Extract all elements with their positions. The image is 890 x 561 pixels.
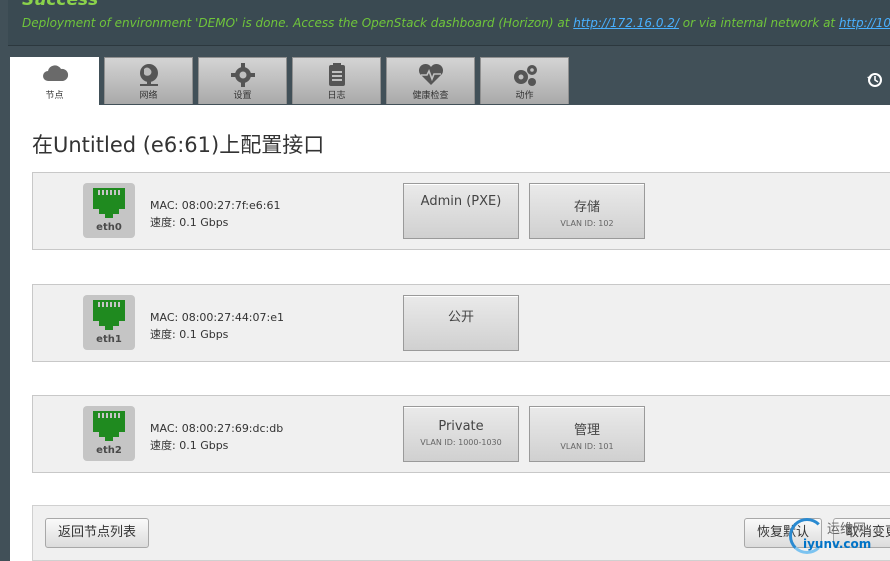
- link-speed: 速度: 0.1 Gbps: [150, 328, 229, 341]
- network-management[interactable]: 管理 VLAN ID: 101: [529, 406, 645, 462]
- network-public[interactable]: 公开: [403, 295, 519, 351]
- mac-address: MAC: 08:00:27:7f:e6:61: [150, 199, 281, 212]
- link-speed: 速度: 0.1 Gbps: [150, 439, 229, 452]
- network-storage[interactable]: 存储 VLAN ID: 102: [529, 183, 645, 239]
- heart-pulse-icon: [387, 63, 474, 87]
- tab-actions[interactable]: 动作: [480, 57, 569, 104]
- network-admin-pxe[interactable]: Admin (PXE): [403, 183, 519, 239]
- vlan-id: VLAN ID: 1000-1030: [420, 438, 502, 447]
- network-name: 公开: [447, 310, 474, 325]
- tab-label: 网络: [139, 91, 158, 101]
- vlan-id: VLAN ID: 101: [560, 442, 614, 451]
- main-panel: 在Untitled (e6:61)上配置接口 eth0 MAC: 08:00:2…: [10, 105, 890, 561]
- cloud-icon: [11, 63, 98, 87]
- tab-label: 设置: [233, 91, 252, 101]
- tab-label: 动作: [515, 91, 534, 101]
- tab-label: 日志: [327, 91, 346, 101]
- interface-info: MAC: 08:00:27:69:dc:db 速度: 0.1 Gbps: [150, 420, 283, 454]
- mac-address: MAC: 08:00:27:69:dc:db: [150, 422, 284, 435]
- tab-settings[interactable]: 设置: [198, 57, 287, 104]
- interface-info: MAC: 08:00:27:7f:e6:61 速度: 0.1 Gbps: [150, 197, 280, 231]
- tab-nodes[interactable]: 节点: [10, 57, 99, 105]
- network-name: 存储: [573, 200, 600, 215]
- restore-defaults-button[interactable]: 恢复默认: [744, 518, 823, 548]
- back-to-node-list-button[interactable]: 返回节点列表: [45, 518, 150, 548]
- cancel-changes-button[interactable]: 取消变更: [833, 518, 890, 548]
- page-title: 在Untitled (e6:61)上配置接口: [32, 133, 325, 157]
- tab-networks[interactable]: 网络: [104, 57, 193, 104]
- interface-row-eth2: eth2 MAC: 08:00:27:69:dc:db 速度: 0.1 Gbps…: [32, 395, 890, 473]
- tab-label: 节点: [45, 91, 64, 101]
- banner-message-prefix: Deployment of environment 'DEMO' is done…: [22, 16, 574, 30]
- tab-label: 健康检查: [412, 91, 449, 101]
- action-footer: 返回节点列表 恢复默认 取消变更: [32, 505, 890, 561]
- history-icon[interactable]: [866, 72, 884, 90]
- interface-name: eth0: [96, 222, 122, 233]
- internal-network-link[interactable]: http://10.20.0: [839, 16, 890, 30]
- ethernet-port-icon: eth1: [83, 295, 135, 350]
- clipboard-icon: [293, 63, 380, 87]
- network-name: Private: [438, 419, 484, 434]
- network-name: 管理: [573, 423, 600, 438]
- mac-address: MAC: 08:00:27:44:07:e1: [150, 311, 284, 324]
- ethernet-port-icon: eth0: [83, 183, 135, 238]
- banner-message-middle: or via internal network at: [678, 16, 839, 30]
- interface-name: eth2: [96, 445, 122, 456]
- interface-row-eth0: eth0 MAC: 08:00:27:7f:e6:61 速度: 0.1 Gbps…: [32, 172, 890, 250]
- globe-network-icon: [105, 63, 192, 87]
- gears-icon: [481, 63, 568, 87]
- ethernet-port-icon: eth2: [83, 406, 135, 461]
- interface-name: eth1: [96, 334, 122, 345]
- link-speed: 速度: 0.1 Gbps: [150, 216, 229, 229]
- interface-row-eth1: eth1 MAC: 08:00:27:44:07:e1 速度: 0.1 Gbps…: [32, 284, 890, 362]
- interface-info: MAC: 08:00:27:44:07:e1 速度: 0.1 Gbps: [150, 309, 284, 343]
- network-name: Admin (PXE): [420, 194, 502, 209]
- tab-health-check[interactable]: 健康检查: [386, 57, 475, 104]
- horizon-link[interactable]: http://172.16.0.2/: [573, 16, 679, 30]
- tab-logs[interactable]: 日志: [292, 57, 381, 104]
- banner-title: Success: [22, 0, 99, 10]
- banner-message: Deployment of environment 'DEMO' is done…: [22, 16, 890, 30]
- vlan-id: VLAN ID: 102: [560, 219, 614, 228]
- network-private[interactable]: Private VLAN ID: 1000-1030: [403, 406, 519, 462]
- success-banner: Success Deployment of environment 'DEMO'…: [8, 0, 890, 46]
- gear-icon: [199, 63, 286, 87]
